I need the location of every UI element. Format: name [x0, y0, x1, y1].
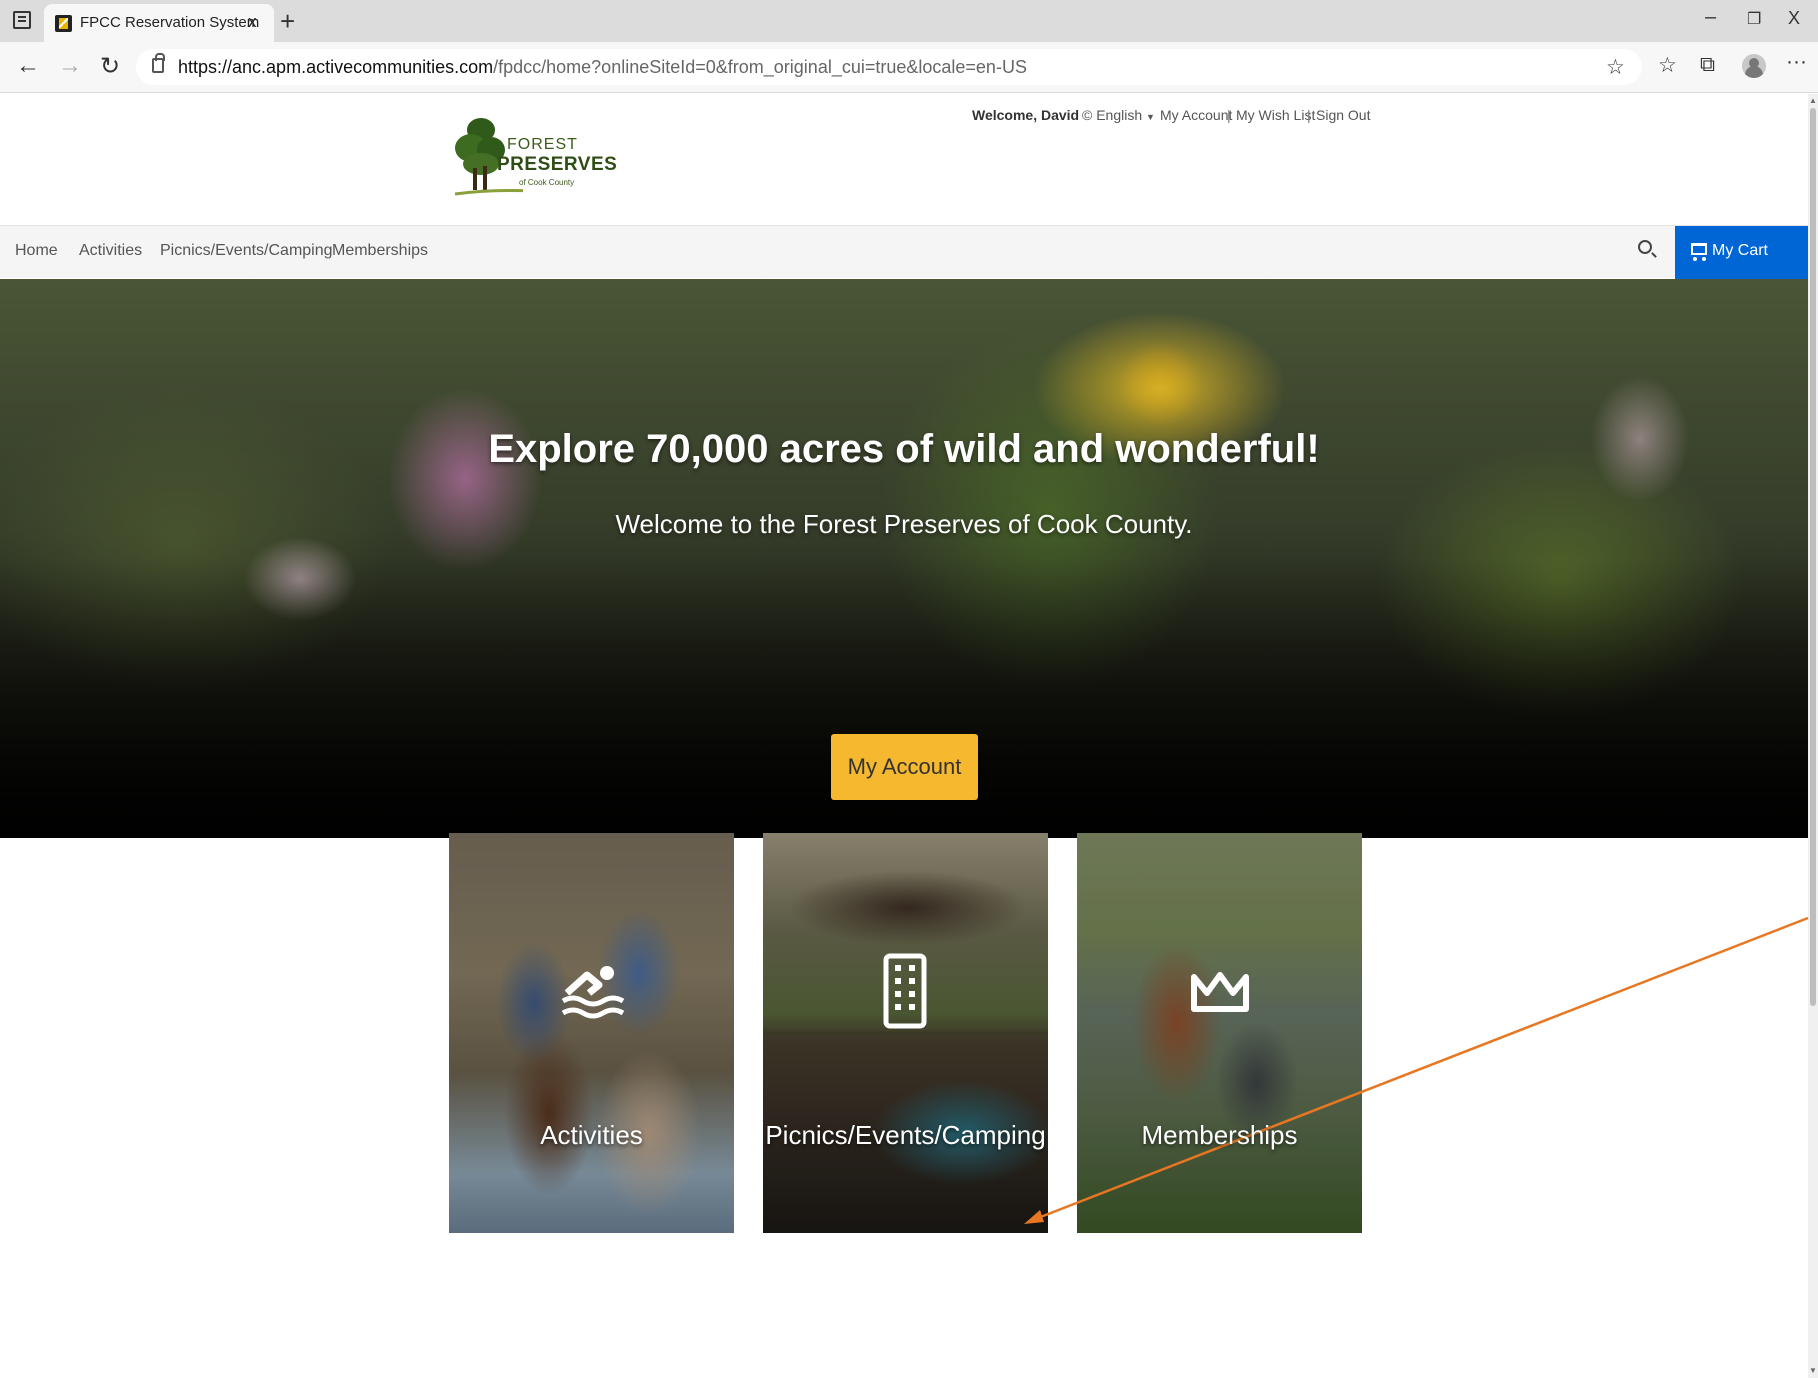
- link-separator: |: [1307, 107, 1311, 123]
- close-window-button[interactable]: X: [1788, 8, 1800, 29]
- picnics-events-camping-card[interactable]: Picnics/Events/Camping: [763, 833, 1048, 1233]
- activities-card[interactable]: Activities: [449, 833, 734, 1233]
- back-arrow-icon[interactable]: ←: [16, 52, 40, 80]
- more-menu-icon[interactable]: ···: [1786, 50, 1807, 74]
- address-bar[interactable]: https://anc.apm.activecommunities.com/fp…: [136, 49, 1642, 85]
- language-selector[interactable]: © English ▼: [1082, 107, 1155, 123]
- tab-close-button[interactable]: x: [248, 12, 257, 32]
- scroll-up-arrow-icon[interactable]: ▲: [1808, 96, 1818, 105]
- language-label: English: [1096, 107, 1143, 123]
- my-cart-button[interactable]: My Cart: [1675, 226, 1808, 279]
- card-label: Picnics/Events/Camping: [765, 1120, 1046, 1150]
- nav-item-memberships[interactable]: Memberships: [332, 242, 428, 260]
- refresh-icon[interactable]: ↻: [100, 52, 120, 81]
- profile-avatar[interactable]: [1742, 54, 1766, 78]
- tab-title: FPCC Reservation System: [80, 14, 260, 31]
- page-scrollbar[interactable]: ▲ ▼: [1808, 94, 1818, 1378]
- site-favicon-icon: [55, 15, 72, 32]
- logo-line-2: PRESERVES: [497, 154, 618, 175]
- card-label: Memberships: [1141, 1120, 1298, 1150]
- caret-down-icon: ▼: [1146, 112, 1155, 122]
- page-content: FOREST PRESERVES of Cook County Welcome,…: [0, 94, 1808, 1378]
- hero-banner: Explore 70,000 acres of wild and wonderf…: [0, 279, 1808, 838]
- hero-title: Explore 70,000 acres of wild and wonderf…: [488, 427, 1320, 471]
- lock-icon[interactable]: [152, 53, 165, 73]
- favorites-icon[interactable]: ☆: [1658, 53, 1677, 78]
- browser-toolbar: ← → ↻ https://anc.apm.activecommunities.…: [0, 42, 1818, 93]
- add-favorite-icon[interactable]: ☆: [1606, 55, 1625, 80]
- url-text[interactable]: https://anc.apm.activecommunities.com/fp…: [178, 57, 1027, 78]
- link-separator: |: [1227, 107, 1231, 123]
- hero-subtitle: Welcome to the Forest Preserves of Cook …: [615, 509, 1193, 539]
- browser-tab-bar: FPCC Reservation System x + – ❐ X: [0, 0, 1818, 42]
- forest-preserves-logo[interactable]: FOREST PRESERVES of Cook County: [449, 108, 617, 203]
- tab-actions-icon[interactable]: [13, 11, 31, 29]
- new-tab-button[interactable]: +: [280, 6, 295, 37]
- main-nav: Home Activities Picnics/Events/Camping M…: [0, 225, 1808, 279]
- scrollbar-thumb[interactable]: [1810, 108, 1816, 1006]
- memberships-card[interactable]: Memberships: [1077, 833, 1362, 1233]
- browser-tab[interactable]: FPCC Reservation System x: [44, 4, 274, 42]
- forward-arrow-icon[interactable]: →: [58, 52, 82, 80]
- wish-list-link[interactable]: My Wish List: [1236, 107, 1315, 123]
- minimize-button[interactable]: –: [1705, 6, 1716, 29]
- building-icon: [883, 953, 927, 1029]
- card-label: Activities: [540, 1120, 643, 1150]
- scroll-down-arrow-icon[interactable]: ▼: [1808, 1366, 1818, 1375]
- restore-button[interactable]: ❐: [1747, 9, 1761, 29]
- nav-item-picnics-events-camping[interactable]: Picnics/Events/Camping: [160, 242, 333, 260]
- search-icon[interactable]: [1638, 240, 1652, 254]
- globe-icon: ©: [1082, 107, 1093, 123]
- hero-my-account-button[interactable]: My Account: [831, 734, 978, 800]
- sign-out-link[interactable]: Sign Out: [1316, 107, 1370, 123]
- collections-icon[interactable]: ⧉: [1700, 53, 1715, 77]
- welcome-text: Welcome, David: [972, 107, 1080, 123]
- nav-item-activities[interactable]: Activities: [79, 242, 142, 260]
- swimmer-icon: [561, 966, 625, 1019]
- nav-item-home[interactable]: Home: [15, 242, 58, 260]
- logo-line-1: FOREST: [507, 136, 578, 153]
- logo-line-3: of Cook County: [519, 178, 575, 187]
- cart-icon: [1691, 243, 1707, 261]
- cart-label: My Cart: [1712, 242, 1768, 259]
- crown-icon: [1191, 972, 1249, 1012]
- my-account-link[interactable]: My Account: [1160, 107, 1232, 123]
